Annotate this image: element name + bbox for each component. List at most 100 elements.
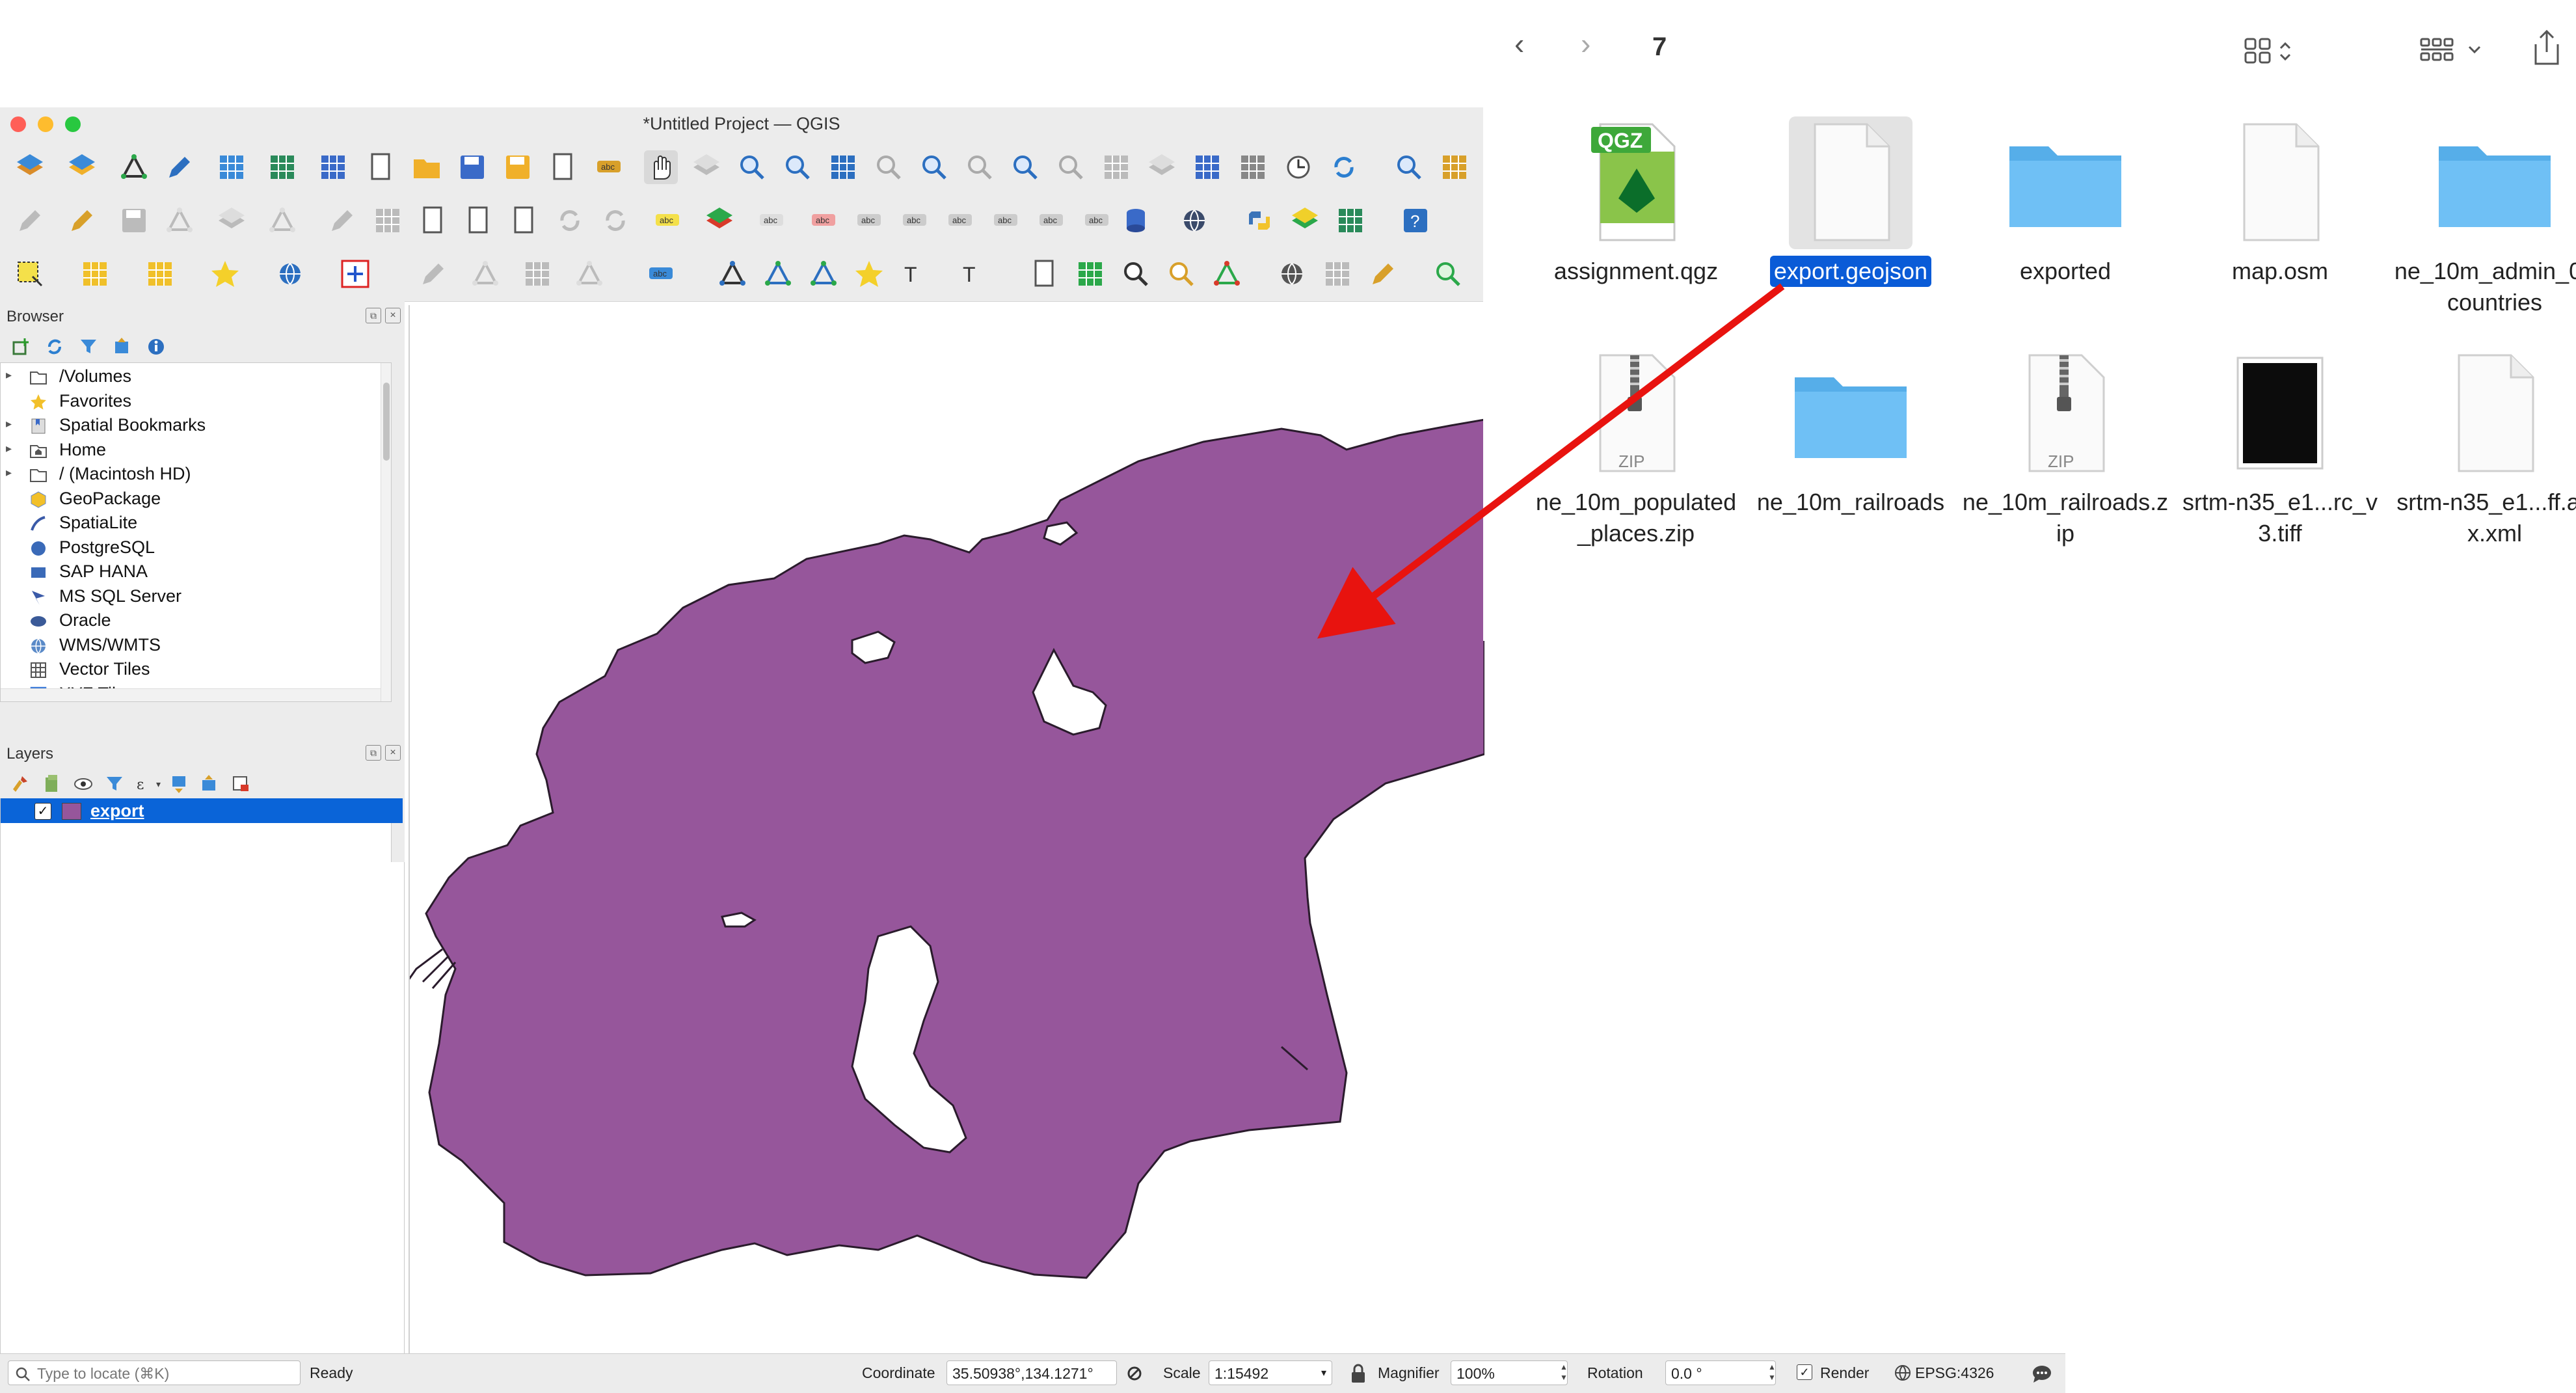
browser-vertical-scrollbar[interactable] <box>381 363 391 701</box>
finder-file-item[interactable]: ZIP ne_10m_populated_places.zip <box>1529 351 1743 549</box>
finder-file-item[interactable]: ne_10m_railroads <box>1743 351 1958 518</box>
tb2-tool-11-icon[interactable] <box>507 204 541 237</box>
open-data-source-manager-icon[interactable] <box>13 150 47 184</box>
finder-file-item[interactable]: ne_10m_admin_0_countries <box>2387 120 2576 318</box>
show-bookmarks-icon[interactable] <box>1236 150 1270 184</box>
toggle-extents-mouse-icon[interactable] <box>1124 1363 1145 1384</box>
finder-file-item[interactable]: export.geojson <box>1743 116 1958 287</box>
browser-item[interactable]: SAP HANA <box>1 560 378 584</box>
new-3d-view-icon[interactable] <box>1145 150 1179 184</box>
expand-all-icon[interactable] <box>169 774 190 794</box>
tb3-tool-17-icon[interactable]: T <box>956 257 990 291</box>
collapse-all-icon[interactable] <box>112 336 133 357</box>
float-layers-panel-icon[interactable]: ⧉ <box>366 745 381 761</box>
tb2-tool-3-icon[interactable] <box>117 204 151 237</box>
map-canvas[interactable] <box>409 305 1484 1353</box>
new-mesh-layer-icon[interactable] <box>316 150 350 184</box>
new-temporary-layer-icon[interactable] <box>265 150 299 184</box>
tb2-tool-28-icon[interactable] <box>1334 204 1367 237</box>
save-project-icon[interactable] <box>455 150 489 184</box>
tb2-tool-5-icon[interactable] <box>215 204 248 237</box>
tb2-tool-21-icon[interactable]: abc <box>989 204 1023 237</box>
tb3-tool-5-icon[interactable] <box>273 257 307 291</box>
browser-item[interactable]: ▸ Spatial Bookmarks <box>1 413 378 438</box>
tb3-tool-16-icon[interactable]: T <box>898 257 932 291</box>
tb3-tool-18-icon[interactable] <box>1028 257 1062 291</box>
coordinate-field[interactable]: 35.50938°,134.1271° <box>946 1360 1117 1385</box>
tb3-tool-22-icon[interactable] <box>1210 257 1244 291</box>
tb2-tool-9-icon[interactable] <box>416 204 450 237</box>
rotation-spinbox[interactable]: 0.0 ° <box>1665 1360 1776 1385</box>
browser-item[interactable]: ▸ / (Macintosh HD) <box>1 462 378 487</box>
tb3-tool-4-icon[interactable] <box>208 257 242 291</box>
tb3-tool-12-icon[interactable] <box>716 257 749 291</box>
tb3-tool-24-icon[interactable] <box>1321 257 1354 291</box>
zoom-native-icon[interactable] <box>963 150 997 184</box>
float-panel-icon[interactable]: ⧉ <box>366 308 381 323</box>
finder-file-item[interactable]: exported <box>1958 120 2173 287</box>
filter-icon[interactable] <box>78 336 99 357</box>
tb3-tool-26-icon[interactable] <box>1431 257 1465 291</box>
tb3-tool-11-icon[interactable]: abc <box>644 257 678 291</box>
tb2-tool-19-icon[interactable]: abc <box>898 204 932 237</box>
finder-file-item[interactable]: ZIP ne_10m_railroads.zip <box>1958 351 2173 549</box>
zoom-out-icon[interactable] <box>781 150 814 184</box>
finder-file-item[interactable]: srtm-n35_e1...rc_v3.tiff <box>2173 351 2387 549</box>
disclosure-triangle-icon[interactable]: ▸ <box>6 368 12 382</box>
disclosure-triangle-icon[interactable]: ▸ <box>6 442 12 455</box>
browser-item[interactable]: MS SQL Server <box>1 584 378 609</box>
tb2-tool-10-icon[interactable] <box>462 204 496 237</box>
print-layout-icon[interactable] <box>546 150 580 184</box>
disclosure-triangle-icon[interactable]: ▸ <box>6 466 12 480</box>
magnifier-stepper[interactable]: ▲ ▼ <box>1560 1362 1568 1383</box>
chevron-down-icon[interactable]: ▾ <box>156 779 161 790</box>
export-polygon[interactable] <box>425 418 1484 1279</box>
disclosure-triangle-icon[interactable]: ▸ <box>6 417 12 431</box>
tb2-tool-12-icon[interactable] <box>553 204 587 237</box>
tb3-tool-10-icon[interactable] <box>572 257 606 291</box>
zoom-last-icon[interactable] <box>1008 150 1042 184</box>
tb3-tool-8-icon[interactable] <box>468 257 502 291</box>
layer-row-export[interactable]: ✓ export <box>1 798 403 823</box>
finder-file-item[interactable]: map.osm <box>2173 120 2387 287</box>
tb2-tool-14-icon[interactable]: abc <box>651 204 684 237</box>
tb2-tool-26-icon[interactable] <box>1242 204 1276 237</box>
new-map-view-icon[interactable] <box>1099 150 1133 184</box>
open-project-icon[interactable] <box>410 150 444 184</box>
new-bookmark-icon[interactable] <box>1190 150 1224 184</box>
tb2-tool-22-icon[interactable]: abc <box>1034 204 1068 237</box>
magnifier-spinbox[interactable]: 100% <box>1451 1360 1568 1385</box>
tb2-tool-18-icon[interactable]: abc <box>852 204 886 237</box>
new-virtual-layer-icon[interactable] <box>215 150 248 184</box>
close-panel-icon[interactable]: × <box>385 308 401 323</box>
crs-button[interactable]: EPSG:4326 <box>1915 1364 1994 1382</box>
tb3-tool-6-icon[interactable] <box>338 257 372 291</box>
refresh-icon[interactable] <box>44 336 65 357</box>
locator-search-input[interactable]: Type to locate (⌘K) <box>8 1360 301 1385</box>
visibility-icon[interactable] <box>73 774 94 794</box>
browser-item[interactable]: ▸ /Volumes <box>1 364 378 389</box>
digitize-icon-icon[interactable] <box>163 150 196 184</box>
tb2-tool-24-icon[interactable] <box>1119 204 1153 237</box>
tb2-tool-7-icon[interactable] <box>325 204 359 237</box>
tb3-tool-14-icon[interactable] <box>807 257 840 291</box>
tb2-tool-27-icon[interactable] <box>1288 204 1322 237</box>
tb3-tool-13-icon[interactable] <box>761 257 795 291</box>
tb3-tool-1-icon[interactable] <box>13 257 47 291</box>
scale-combobox[interactable]: 1:15492 ▾ <box>1209 1360 1332 1385</box>
browser-item[interactable]: Vector Tiles <box>1 657 378 682</box>
tb3-tool-7-icon[interactable] <box>416 257 450 291</box>
tb2-tool-13-icon[interactable] <box>598 204 632 237</box>
tb3-tool-23-icon[interactable] <box>1275 257 1309 291</box>
tb2-tool-20-icon[interactable]: abc <box>943 204 977 237</box>
temporal-controller-icon[interactable] <box>1281 150 1315 184</box>
new-geopackage-layer-icon[interactable] <box>65 150 99 184</box>
browser-horizontal-scrollbar[interactable] <box>1 688 381 701</box>
browser-item[interactable]: GeoPackage <box>1 487 378 511</box>
messages-icon[interactable] <box>2031 1363 2053 1384</box>
browser-item[interactable]: SpatiaLite <box>1 511 378 535</box>
tb2-tool-23-icon[interactable]: abc <box>1080 204 1114 237</box>
layer-name[interactable]: export <box>90 801 144 821</box>
finder-file-item[interactable]: QGZ assignment.qgz <box>1529 120 1743 287</box>
new-shapefile-layer-icon[interactable] <box>117 150 151 184</box>
